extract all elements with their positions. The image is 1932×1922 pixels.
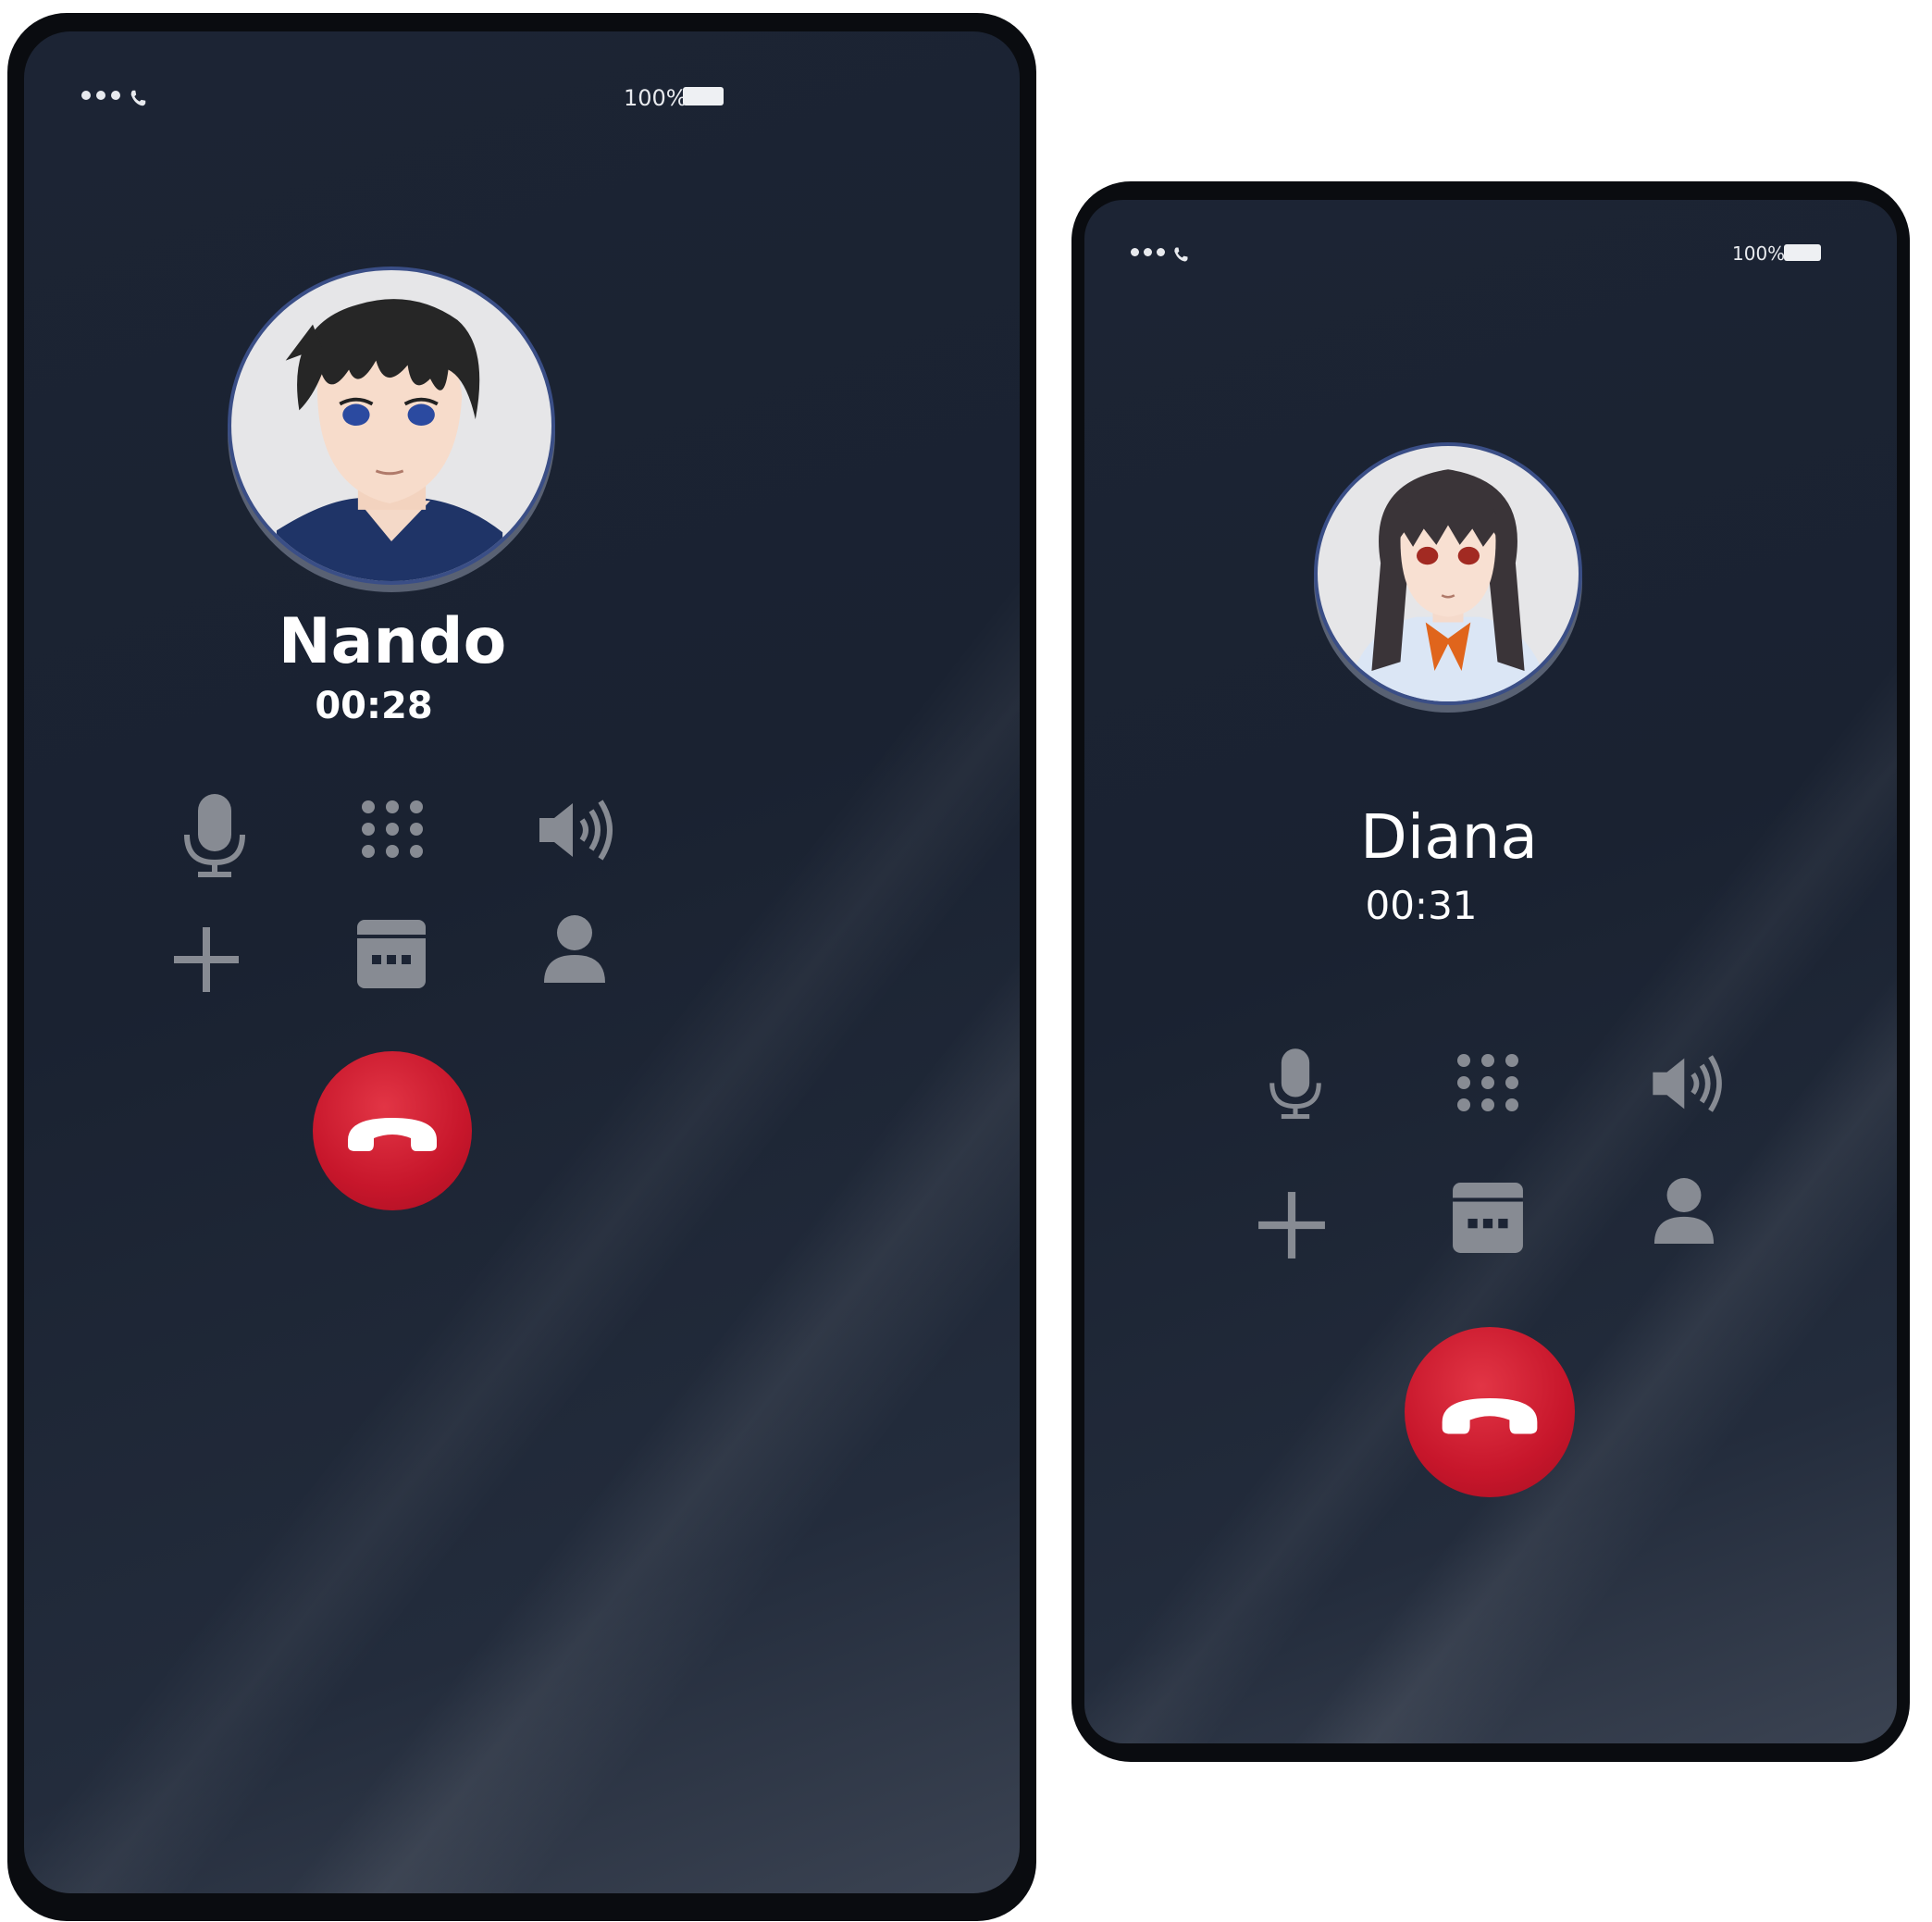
status-bar: 100% (24, 85, 1020, 122)
call-timer: 00:28 (315, 685, 433, 727)
hold-icon (357, 920, 426, 988)
keypad-icon (1457, 1054, 1518, 1111)
speaker-icon (1653, 1055, 1722, 1112)
phone-frame-nando: 100% Nando 00:28 (7, 13, 1036, 1921)
caller-avatar (1314, 442, 1582, 705)
call-timer: 00:31 (1365, 883, 1478, 928)
hold-button[interactable] (1451, 1181, 1525, 1255)
battery-percent: 100% (1732, 242, 1786, 265)
speaker-icon (539, 800, 613, 861)
battery-icon (1784, 244, 1821, 261)
status-bar: 100% (1084, 242, 1897, 279)
microphone-icon (1269, 1048, 1321, 1120)
anime-boy-avatar-icon (276, 299, 503, 581)
microphone-icon (184, 794, 245, 877)
contacts-button[interactable] (1653, 1177, 1715, 1246)
mute-button[interactable] (1266, 1046, 1325, 1123)
signal-dots-icon (81, 91, 120, 100)
caller-name: Diana (1360, 801, 1538, 873)
phone-status-icon (1174, 247, 1188, 262)
mute-button[interactable] (180, 792, 250, 881)
signal-dots-icon (1131, 248, 1165, 256)
end-call-button[interactable] (1405, 1327, 1575, 1497)
call-screen-nando: 100% Nando 00:28 (24, 31, 1020, 1893)
phone-status-icon (130, 90, 146, 106)
hang-up-icon (348, 1118, 437, 1151)
caller-name: Nando (278, 605, 507, 678)
add-call-icon (174, 927, 239, 992)
add-call-button[interactable] (1257, 1190, 1327, 1260)
keypad-icon (362, 800, 423, 858)
hang-up-icon (1442, 1398, 1538, 1434)
keypad-button[interactable] (359, 800, 426, 859)
speaker-button[interactable] (1649, 1053, 1728, 1114)
phone-frame-diana: 100% Diana 00:31 (1071, 181, 1910, 1762)
contacts-icon (544, 915, 605, 983)
anime-girl-avatar-icon (1353, 469, 1543, 701)
hold-button[interactable] (355, 918, 427, 990)
caller-avatar (228, 267, 555, 585)
speaker-button[interactable] (538, 798, 617, 862)
battery-percent: 100% (624, 85, 687, 111)
call-screen-diana: 100% Diana 00:31 (1084, 200, 1897, 1743)
contacts-icon (1653, 1178, 1715, 1244)
end-call-button[interactable] (313, 1051, 472, 1210)
contacts-button[interactable] (542, 914, 607, 985)
battery-icon (683, 87, 724, 105)
add-call-button[interactable] (172, 925, 241, 994)
keypad-button[interactable] (1455, 1053, 1521, 1112)
add-call-icon (1258, 1192, 1325, 1259)
hold-icon (1453, 1183, 1523, 1253)
